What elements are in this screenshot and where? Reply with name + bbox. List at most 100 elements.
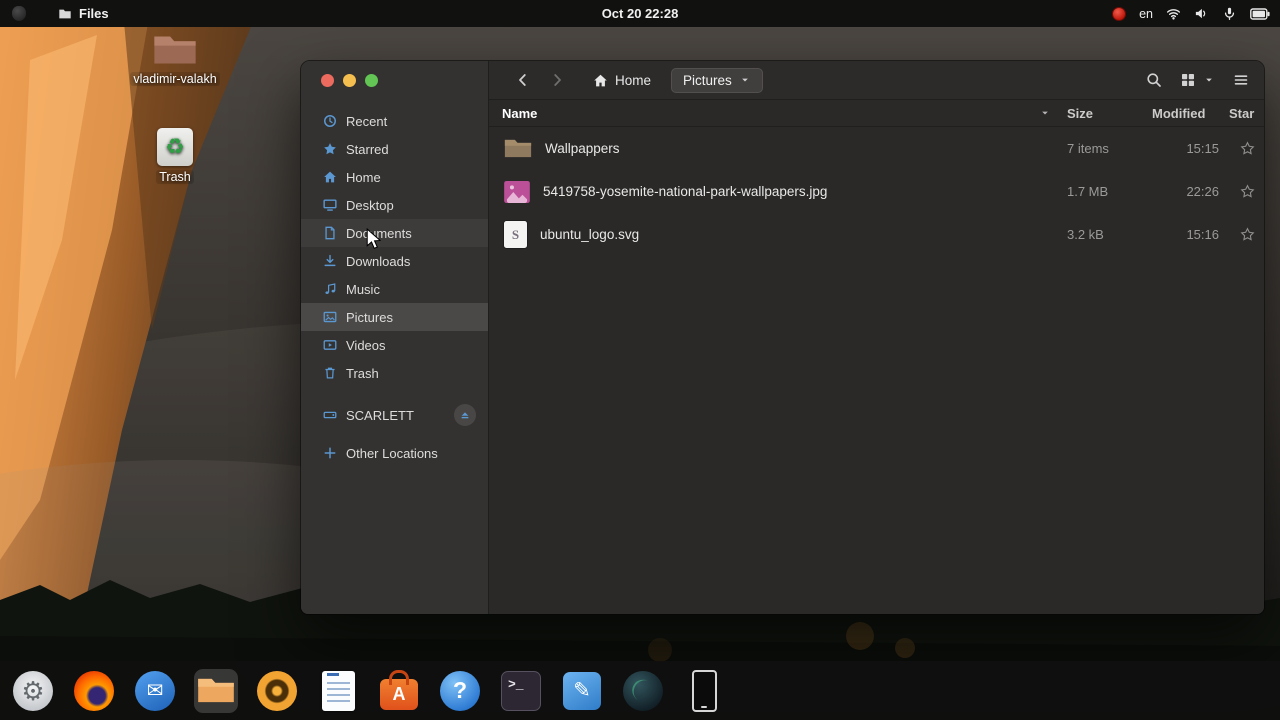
top-bar: Files Oct 20 22:28 en xyxy=(0,0,1280,27)
plus-icon xyxy=(323,446,337,460)
home-folder-icon xyxy=(153,32,197,68)
video-icon xyxy=(323,338,337,352)
question-glyph: ? xyxy=(452,677,468,703)
dock-item-files[interactable] xyxy=(194,668,238,713)
sidebar-item-home[interactable]: Home xyxy=(301,163,488,191)
column-header-name[interactable]: Name xyxy=(489,106,1067,121)
trash-bin-icon: ♻ xyxy=(157,128,193,166)
close-button[interactable] xyxy=(321,73,334,87)
terminal-icon: >_ xyxy=(501,670,541,711)
sidebar-item-label: Starred xyxy=(346,141,389,157)
desktop-icon-home-folder[interactable]: vladimir-valakh xyxy=(130,32,220,86)
search-icon[interactable] xyxy=(1146,72,1162,88)
dock-item-settings[interactable]: ⚙ xyxy=(11,669,55,713)
star-outline-icon xyxy=(1240,184,1255,199)
back-icon xyxy=(515,72,531,88)
network-icon[interactable] xyxy=(1166,6,1181,21)
sidebar-item-music[interactable]: Music xyxy=(301,275,488,303)
distro-logo-icon[interactable] xyxy=(12,6,26,21)
file-list: Wallpappers 7 items 15:15 5419758-yosemi… xyxy=(489,127,1265,614)
file-row[interactable]: 5419758-yosemite-national-park-wallpaper… xyxy=(489,170,1265,213)
sidebar-item-recent[interactable]: Recent xyxy=(301,107,488,135)
minimize-button[interactable] xyxy=(343,73,356,87)
chevron-down-icon xyxy=(739,74,751,86)
sidebar-item-desktop[interactable]: Desktop xyxy=(301,191,488,219)
back-button[interactable] xyxy=(511,68,535,92)
dock-item-help[interactable]: ? xyxy=(438,669,482,713)
file-name: 5419758-yosemite-national-park-wallpaper… xyxy=(543,184,828,199)
column-header-star[interactable]: Star xyxy=(1227,106,1264,121)
phone-icon xyxy=(691,669,717,712)
dock-item-terminal[interactable]: >_ xyxy=(499,669,543,713)
star-toggle[interactable] xyxy=(1227,227,1265,242)
hamburger-menu-icon[interactable] xyxy=(1233,72,1249,88)
eject-button[interactable] xyxy=(454,404,476,426)
sidebar-item-label: SCARLETT xyxy=(346,407,414,423)
sidebar-item-label: Recent xyxy=(346,113,388,129)
window-controls xyxy=(301,61,488,99)
path-current-button[interactable]: Pictures xyxy=(671,67,763,93)
sidebar-item-starred[interactable]: Starred xyxy=(301,135,488,163)
star-toggle[interactable] xyxy=(1227,184,1265,199)
star-toggle[interactable] xyxy=(1227,141,1265,156)
firefox-icon xyxy=(74,670,114,711)
software-letter-glyph: A xyxy=(392,684,406,704)
sidebar-item-device-scarlett[interactable]: SCARLETT xyxy=(301,401,488,429)
music-note-icon xyxy=(323,282,337,296)
sidebar: Recent Starred Home Desktop Documents Do… xyxy=(301,61,488,614)
sidebar-item-documents[interactable]: Documents xyxy=(301,219,488,247)
sidebar-item-label: Desktop xyxy=(346,197,394,213)
envelope-glyph: ✉ xyxy=(146,679,164,702)
file-row[interactable]: Wallpappers 7 items 15:15 xyxy=(489,127,1265,170)
clock-icon xyxy=(323,114,337,128)
sidebar-item-downloads[interactable]: Downloads xyxy=(301,247,488,275)
dock-item-rhythmbox[interactable] xyxy=(255,669,299,713)
keyboard-layout-indicator[interactable]: en xyxy=(1139,7,1153,21)
rhythmbox-icon xyxy=(257,670,297,711)
home-icon xyxy=(323,170,337,184)
file-modified: 15:15 xyxy=(1186,141,1219,156)
clock[interactable]: Oct 20 22:28 xyxy=(602,6,679,21)
screen-record-indicator-icon[interactable] xyxy=(1112,6,1127,21)
dock-item-web-browser[interactable] xyxy=(621,669,665,713)
column-header-modified[interactable]: Modified xyxy=(1152,106,1227,121)
sidebar-item-videos[interactable]: Videos xyxy=(301,331,488,359)
path-current-label: Pictures xyxy=(683,72,732,88)
dock-item-libreoffice-writer[interactable] xyxy=(316,669,360,713)
image-file-icon xyxy=(504,180,530,203)
grid-view-icon[interactable] xyxy=(1180,72,1196,88)
screen: Files Oct 20 22:28 en vladimir-valakh ♻ … xyxy=(0,0,1280,720)
forward-button[interactable] xyxy=(545,68,569,92)
text-editor-icon: ✎ xyxy=(563,671,601,710)
thunderbird-icon: ✉ xyxy=(135,670,175,711)
sidebar-item-label: Music xyxy=(346,281,380,297)
desktop-icon-label: vladimir-valakh xyxy=(130,72,220,86)
view-options-caret-icon[interactable] xyxy=(1203,74,1215,86)
sidebar-item-trash[interactable]: Trash xyxy=(301,359,488,387)
microphone-icon[interactable] xyxy=(1222,6,1237,21)
app-menu[interactable]: Files xyxy=(58,6,109,21)
column-header-size[interactable]: Size xyxy=(1067,106,1152,121)
path-home-button[interactable]: Home xyxy=(593,73,651,88)
dock-item-text-editor[interactable]: ✎ xyxy=(560,669,604,713)
dock-item-ubuntu-software[interactable]: A xyxy=(377,669,421,713)
battery-icon[interactable] xyxy=(1250,8,1270,20)
gear-glyph: ⚙ xyxy=(21,675,45,706)
file-row[interactable]: S ubuntu_logo.svg 3.2 kB 15:16 xyxy=(489,213,1265,256)
sidebar-item-label: Pictures xyxy=(346,309,393,325)
file-name: ubuntu_logo.svg xyxy=(540,227,640,242)
eject-icon xyxy=(459,409,471,421)
desktop-icon-trash[interactable]: ♻ Trash xyxy=(136,128,214,184)
sidebar-item-other-locations[interactable]: Other Locations xyxy=(301,439,488,467)
libreoffice-writer-icon xyxy=(321,670,355,711)
forward-icon xyxy=(549,72,565,88)
drive-icon xyxy=(323,408,337,422)
file-size: 3.2 kB xyxy=(1067,227,1104,242)
dock-item-firefox[interactable] xyxy=(72,669,116,713)
maximize-button[interactable] xyxy=(365,73,378,87)
sidebar-item-pictures[interactable]: Pictures xyxy=(301,303,488,331)
volume-icon[interactable] xyxy=(1194,6,1209,21)
dock-item-thunderbird[interactable]: ✉ xyxy=(133,669,177,713)
dock-item-phone[interactable] xyxy=(682,669,726,713)
app-menu-label: Files xyxy=(79,6,109,21)
